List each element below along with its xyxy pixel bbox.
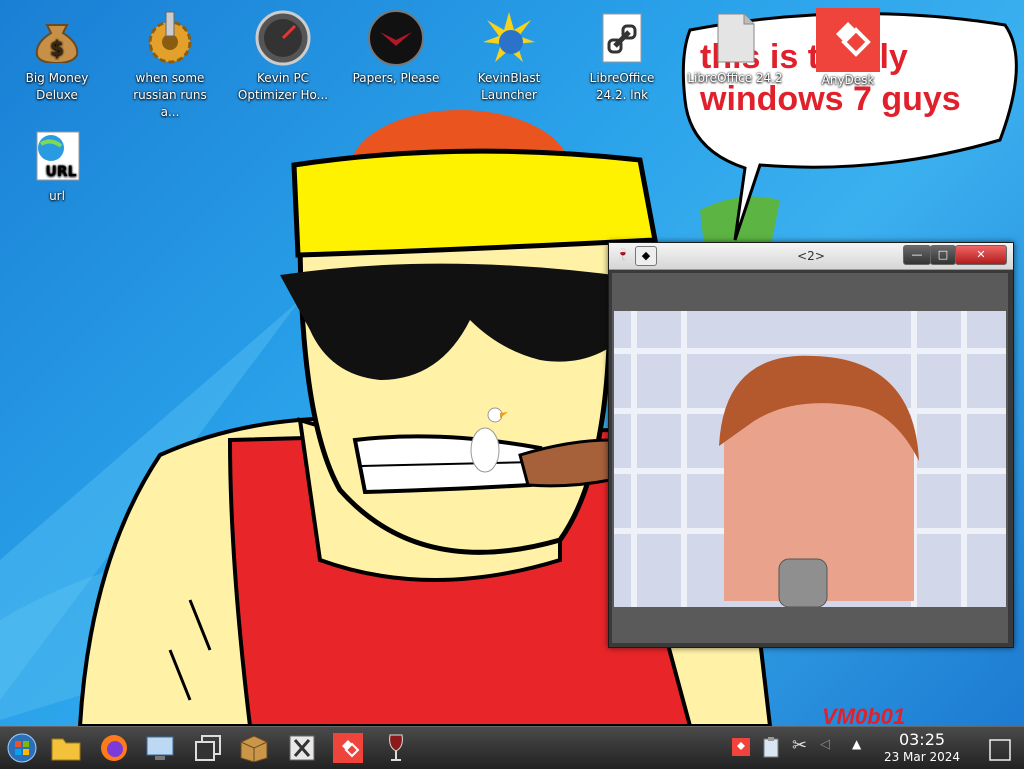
papers-please-emblem-icon bbox=[368, 10, 424, 66]
taskbar-clock[interactable]: 03:25 23 Mar 2024 bbox=[868, 731, 976, 765]
windows-overlap-icon bbox=[195, 735, 221, 761]
desktop-icon-url[interactable]: URL url bbox=[7, 122, 107, 205]
window-content bbox=[612, 273, 1008, 643]
icon-label: KevinBlast Launcher bbox=[477, 71, 541, 102]
scissors-icon[interactable]: ✂ bbox=[792, 735, 807, 756]
icon-label: LibreOffice 24.2 bbox=[687, 71, 783, 85]
show-desktop-icon bbox=[989, 739, 1011, 761]
start-orb-icon bbox=[7, 733, 37, 763]
icon-label: Big Money Deluxe bbox=[25, 71, 89, 102]
tray-anydesk-icon[interactable] bbox=[732, 738, 750, 760]
taskbar-file-manager[interactable] bbox=[50, 732, 82, 764]
show-desktop-button[interactable] bbox=[984, 734, 1016, 766]
icon-label: Papers, Please bbox=[352, 71, 440, 85]
sun-burst-icon bbox=[481, 10, 537, 66]
anydesk-icon bbox=[816, 8, 880, 72]
desktop-icon-kevinblast-launcher[interactable]: KevinBlast Launcher bbox=[459, 4, 559, 104]
video-frame bbox=[614, 311, 1006, 607]
taskbar: ✂ ◁ ▲ 03:25 23 Mar 2024 bbox=[0, 726, 1024, 769]
desktop-icon-big-money-deluxe[interactable]: $ Big Money Deluxe bbox=[7, 4, 107, 104]
x-window-icon bbox=[289, 735, 315, 761]
taskbar-anydesk[interactable] bbox=[332, 732, 364, 764]
folder-icon bbox=[51, 738, 81, 761]
taskbar-firefox[interactable] bbox=[98, 732, 130, 764]
shortcut-link-icon bbox=[594, 10, 650, 66]
taskbar-wine-app[interactable] bbox=[380, 732, 412, 764]
tray-expand-arrow-icon[interactable]: ▲ bbox=[852, 737, 861, 751]
taskbar-system-settings[interactable] bbox=[144, 732, 176, 764]
start-button[interactable] bbox=[6, 732, 38, 764]
clipboard-icon[interactable] bbox=[762, 736, 780, 762]
icon-label: when some russian runs a... bbox=[133, 71, 207, 119]
icon-label: url bbox=[49, 189, 65, 203]
package-box-icon bbox=[240, 735, 268, 762]
anydesk-icon bbox=[333, 733, 363, 763]
icon-label: Kevin PC Optimizer Ho... bbox=[237, 71, 329, 102]
window-titlebar[interactable]: 🍷 ◆ <2> — □ ✕ bbox=[609, 243, 1013, 270]
close-button[interactable]: ✕ bbox=[955, 245, 1007, 265]
desktop-icon-when-some-russian[interactable]: when some russian runs a... bbox=[120, 4, 220, 121]
money-bag-icon: $ bbox=[29, 10, 85, 66]
speedometer-icon bbox=[255, 10, 311, 66]
minimize-button[interactable]: — bbox=[903, 245, 931, 265]
gear-icon bbox=[142, 10, 198, 66]
desktop-icon-libreoffice-lnk[interactable]: LibreOffice 24.2. lnk bbox=[572, 4, 672, 104]
taskbar-window-switcher[interactable] bbox=[192, 732, 224, 764]
icon-label: LibreOffice 24.2. lnk bbox=[589, 71, 655, 102]
icon-label: AnyDesk bbox=[821, 73, 875, 87]
desktop-icon-papers-please[interactable]: Papers, Please bbox=[346, 4, 446, 87]
svg-text:$: $ bbox=[50, 36, 64, 60]
volume-icon[interactable]: ◁ bbox=[820, 737, 830, 752]
desktop-icon-kevin-pc-optimizer[interactable]: Kevin PC Optimizer Ho... bbox=[233, 4, 333, 104]
watermark-text: VM0b01 bbox=[822, 704, 906, 726]
video-image bbox=[614, 311, 1006, 607]
taskbar-xorg-app[interactable] bbox=[286, 732, 318, 764]
taskbar-archive-manager[interactable] bbox=[238, 732, 270, 764]
media-player-window[interactable]: 🍷 ◆ <2> — □ ✕ bbox=[608, 242, 1014, 648]
clock-time: 03:25 bbox=[898, 730, 946, 749]
desktop-icon-anydesk[interactable]: AnyDesk bbox=[798, 4, 898, 89]
svg-text:URL: URL bbox=[45, 164, 76, 180]
clock-date: 23 Mar 2024 bbox=[883, 750, 961, 764]
firefox-icon bbox=[101, 735, 127, 761]
maximize-button[interactable]: □ bbox=[930, 245, 956, 265]
internet-shortcut-icon: URL bbox=[29, 128, 85, 184]
libreoffice-document-icon bbox=[707, 10, 763, 66]
wine-glass-icon bbox=[389, 734, 403, 761]
computer-settings-icon bbox=[146, 736, 174, 760]
desktop-icon-libreoffice[interactable]: LibreOffice 24.2 bbox=[685, 4, 785, 87]
